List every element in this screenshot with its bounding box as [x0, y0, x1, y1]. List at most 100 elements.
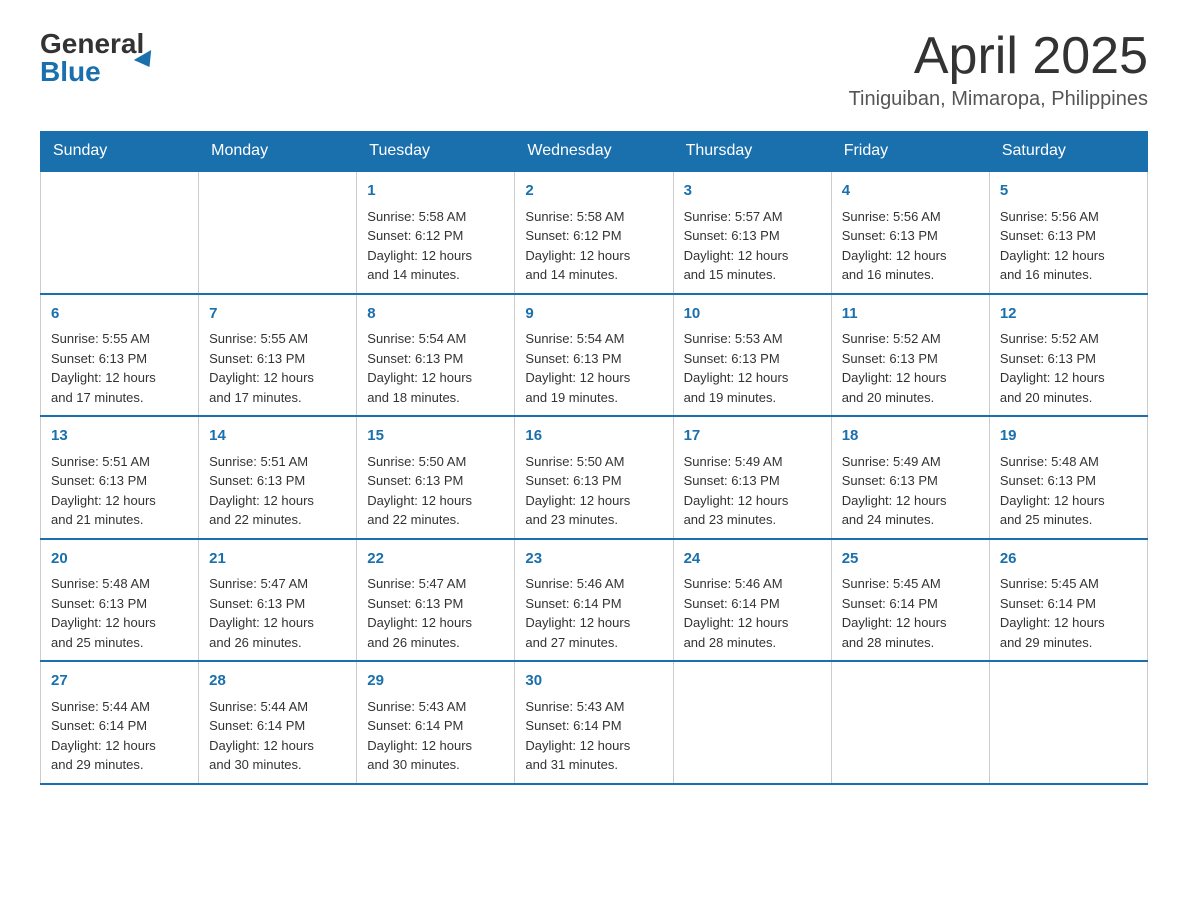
day-number: 15	[367, 425, 504, 448]
day-info: Sunrise: 5:48 AM Sunset: 6:13 PM Dayligh…	[1000, 452, 1137, 530]
logo: General Blue	[40, 30, 156, 86]
weekday-header-tuesday: Tuesday	[357, 132, 515, 172]
day-info: Sunrise: 5:54 AM Sunset: 6:13 PM Dayligh…	[367, 329, 504, 407]
calendar-cell: 4Sunrise: 5:56 AM Sunset: 6:13 PM Daylig…	[831, 171, 989, 294]
calendar-cell: 25Sunrise: 5:45 AM Sunset: 6:14 PM Dayli…	[831, 539, 989, 662]
calendar-cell: 24 Sunrise: 5:46 AM Sunset: 6:14 PM Dayli…	[673, 539, 831, 662]
day-info: Sunrise: 5:58 AM Sunset: 6:12 PM Dayligh…	[525, 207, 662, 285]
day-number: 30	[525, 670, 662, 693]
day-info: Sunrise: 5:53 AM Sunset: 6:13 PM Dayligh…	[684, 329, 821, 407]
calendar-cell: 26 Sunrise: 5:45 AM Sunset: 6:14 PM Dayli…	[989, 539, 1147, 662]
day-number: 13	[51, 425, 188, 448]
day-number: 10	[684, 303, 821, 326]
calendar-cell: 9Sunrise: 5:54 AM Sunset: 6:13 PM Daylig…	[515, 294, 673, 417]
calendar-cell: 5Sunrise: 5:56 AM Sunset: 6:13 PM Daylig…	[989, 171, 1147, 294]
calendar-cell	[199, 171, 357, 294]
day-number: 4	[842, 180, 979, 203]
calendar-cell: 30Sunrise: 5:43 AM Sunset: 6:14 PM Dayli…	[515, 661, 673, 784]
calendar-week-row: 13 Sunrise: 5:51 AM Sunset: 6:13 PM Dayli…	[41, 416, 1148, 539]
day-number: 29	[367, 670, 504, 693]
day-number: 7	[209, 303, 346, 326]
day-info: Sunrise: 5:54 AM Sunset: 6:13 PM Dayligh…	[525, 329, 662, 407]
day-number: 16	[525, 425, 662, 448]
calendar-cell: 3 Sunrise: 5:57 AM Sunset: 6:13 PM Daylig…	[673, 171, 831, 294]
day-info: Sunrise: 5:50 AM Sunset: 6:13 PM Dayligh…	[525, 452, 662, 530]
day-number: 2	[525, 180, 662, 203]
calendar-cell: 18Sunrise: 5:49 AM Sunset: 6:13 PM Dayli…	[831, 416, 989, 539]
weekday-header-thursday: Thursday	[673, 132, 831, 172]
day-number: 21	[209, 548, 346, 571]
day-info: Sunrise: 5:55 AM Sunset: 6:13 PM Dayligh…	[209, 329, 346, 407]
day-number: 5	[1000, 180, 1137, 203]
day-info: Sunrise: 5:51 AM Sunset: 6:13 PM Dayligh…	[51, 452, 188, 530]
calendar-table: SundayMondayTuesdayWednesdayThursdayFrid…	[40, 131, 1148, 785]
calendar-cell: 23 Sunrise: 5:46 AM Sunset: 6:14 PM Dayli…	[515, 539, 673, 662]
day-number: 8	[367, 303, 504, 326]
day-number: 17	[684, 425, 821, 448]
calendar-cell: 29Sunrise: 5:43 AM Sunset: 6:14 PM Dayli…	[357, 661, 515, 784]
day-number: 26	[1000, 548, 1137, 571]
day-number: 24	[684, 548, 821, 571]
day-info: Sunrise: 5:45 AM Sunset: 6:14 PM Dayligh…	[1000, 574, 1137, 652]
calendar-week-row: 27Sunrise: 5:44 AM Sunset: 6:14 PM Dayli…	[41, 661, 1148, 784]
calendar-week-row: 6Sunrise: 5:55 AM Sunset: 6:13 PM Daylig…	[41, 294, 1148, 417]
calendar-cell: 11Sunrise: 5:52 AM Sunset: 6:13 PM Dayli…	[831, 294, 989, 417]
calendar-cell: 6Sunrise: 5:55 AM Sunset: 6:13 PM Daylig…	[41, 294, 199, 417]
calendar-cell: 8 Sunrise: 5:54 AM Sunset: 6:13 PM Daylig…	[357, 294, 515, 417]
day-number: 20	[51, 548, 188, 571]
weekday-header-monday: Monday	[199, 132, 357, 172]
calendar-cell	[831, 661, 989, 784]
day-info: Sunrise: 5:49 AM Sunset: 6:13 PM Dayligh…	[842, 452, 979, 530]
calendar-cell: 15 Sunrise: 5:50 AM Sunset: 6:13 PM Dayli…	[357, 416, 515, 539]
calendar-cell: 10 Sunrise: 5:53 AM Sunset: 6:13 PM Dayli…	[673, 294, 831, 417]
weekday-header-sunday: Sunday	[41, 132, 199, 172]
calendar-cell: 27Sunrise: 5:44 AM Sunset: 6:14 PM Dayli…	[41, 661, 199, 784]
calendar-cell: 1 Sunrise: 5:58 AM Sunset: 6:12 PM Daylig…	[357, 171, 515, 294]
calendar-cell	[41, 171, 199, 294]
day-info: Sunrise: 5:44 AM Sunset: 6:14 PM Dayligh…	[209, 697, 346, 775]
calendar-week-row: 1 Sunrise: 5:58 AM Sunset: 6:12 PM Daylig…	[41, 171, 1148, 294]
day-info: Sunrise: 5:48 AM Sunset: 6:13 PM Dayligh…	[51, 574, 188, 652]
day-info: Sunrise: 5:58 AM Sunset: 6:12 PM Dayligh…	[367, 207, 504, 285]
day-info: Sunrise: 5:46 AM Sunset: 6:14 PM Dayligh…	[684, 574, 821, 652]
day-number: 12	[1000, 303, 1137, 326]
title-block: April 2025 Tiniguiban, Mimaropa, Philipp…	[849, 30, 1148, 111]
day-info: Sunrise: 5:57 AM Sunset: 6:13 PM Dayligh…	[684, 207, 821, 285]
calendar-cell: 7 Sunrise: 5:55 AM Sunset: 6:13 PM Daylig…	[199, 294, 357, 417]
calendar-cell: 19Sunrise: 5:48 AM Sunset: 6:13 PM Dayli…	[989, 416, 1147, 539]
weekday-header-friday: Friday	[831, 132, 989, 172]
day-info: Sunrise: 5:47 AM Sunset: 6:13 PM Dayligh…	[209, 574, 346, 652]
month-title: April 2025	[849, 30, 1148, 82]
day-info: Sunrise: 5:44 AM Sunset: 6:14 PM Dayligh…	[51, 697, 188, 775]
day-number: 3	[684, 180, 821, 203]
day-info: Sunrise: 5:47 AM Sunset: 6:13 PM Dayligh…	[367, 574, 504, 652]
calendar-cell: 14 Sunrise: 5:51 AM Sunset: 6:13 PM Dayli…	[199, 416, 357, 539]
day-number: 23	[525, 548, 662, 571]
calendar-week-row: 20 Sunrise: 5:48 AM Sunset: 6:13 PM Dayli…	[41, 539, 1148, 662]
calendar-header-row: SundayMondayTuesdayWednesdayThursdayFrid…	[41, 132, 1148, 172]
day-info: Sunrise: 5:49 AM Sunset: 6:13 PM Dayligh…	[684, 452, 821, 530]
logo-general-text: General	[40, 30, 144, 58]
day-info: Sunrise: 5:55 AM Sunset: 6:13 PM Dayligh…	[51, 329, 188, 407]
location-subtitle: Tiniguiban, Mimaropa, Philippines	[849, 88, 1148, 111]
day-number: 1	[367, 180, 504, 203]
day-number: 14	[209, 425, 346, 448]
day-info: Sunrise: 5:46 AM Sunset: 6:14 PM Dayligh…	[525, 574, 662, 652]
calendar-cell: 28 Sunrise: 5:44 AM Sunset: 6:14 PM Dayli…	[199, 661, 357, 784]
day-info: Sunrise: 5:52 AM Sunset: 6:13 PM Dayligh…	[1000, 329, 1137, 407]
calendar-cell: 16 Sunrise: 5:50 AM Sunset: 6:13 PM Dayli…	[515, 416, 673, 539]
logo-blue-text: Blue	[40, 58, 144, 86]
calendar-cell: 12 Sunrise: 5:52 AM Sunset: 6:13 PM Dayli…	[989, 294, 1147, 417]
day-info: Sunrise: 5:45 AM Sunset: 6:14 PM Dayligh…	[842, 574, 979, 652]
calendar-cell: 2 Sunrise: 5:58 AM Sunset: 6:12 PM Daylig…	[515, 171, 673, 294]
day-info: Sunrise: 5:50 AM Sunset: 6:13 PM Dayligh…	[367, 452, 504, 530]
day-number: 28	[209, 670, 346, 693]
weekday-header-saturday: Saturday	[989, 132, 1147, 172]
page-header: General Blue April 2025 Tiniguiban, Mima…	[40, 30, 1148, 111]
day-number: 11	[842, 303, 979, 326]
calendar-cell: 17 Sunrise: 5:49 AM Sunset: 6:13 PM Dayli…	[673, 416, 831, 539]
day-info: Sunrise: 5:51 AM Sunset: 6:13 PM Dayligh…	[209, 452, 346, 530]
calendar-cell: 13 Sunrise: 5:51 AM Sunset: 6:13 PM Dayli…	[41, 416, 199, 539]
calendar-cell	[673, 661, 831, 784]
calendar-cell: 22Sunrise: 5:47 AM Sunset: 6:13 PM Dayli…	[357, 539, 515, 662]
